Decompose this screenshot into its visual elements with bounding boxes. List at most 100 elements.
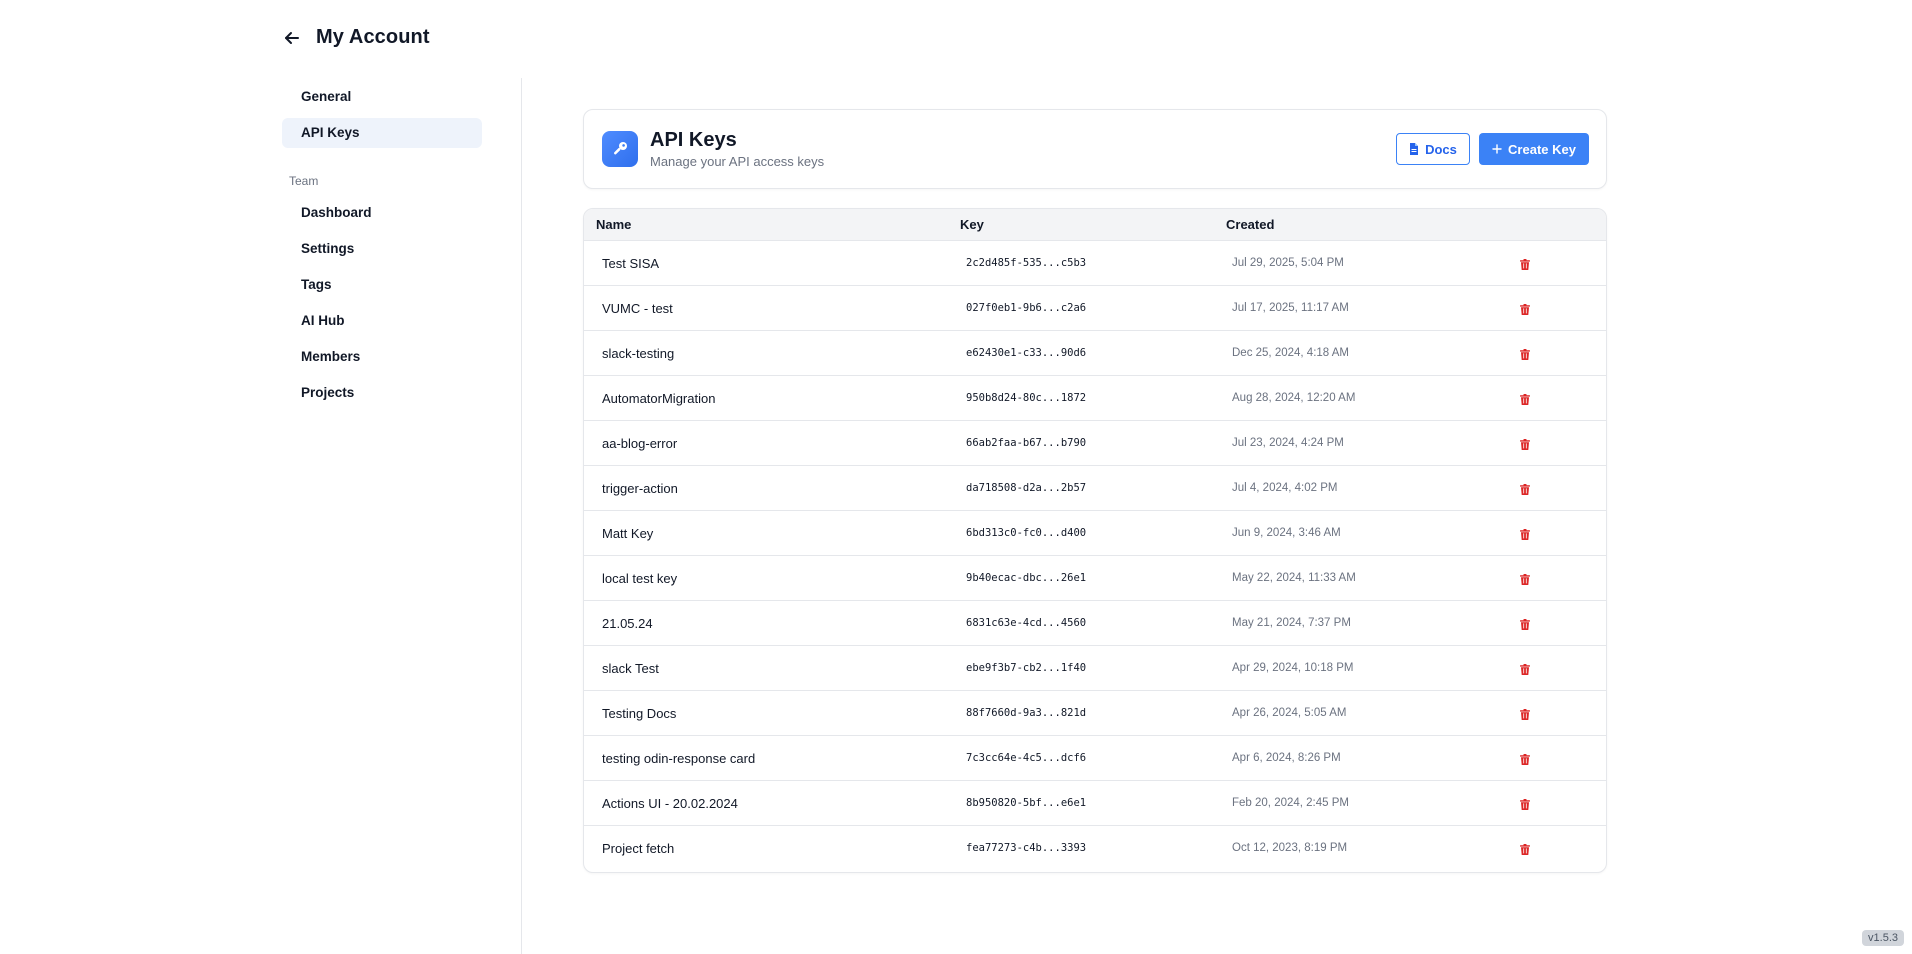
api-keys-table: Name Key Created Test SISA 2c2d485f-535..… xyxy=(583,208,1607,873)
column-header-created: Created xyxy=(1226,217,1275,232)
sidebar-item-api-keys[interactable]: API Keys xyxy=(282,118,482,148)
key-created: Aug 28, 2024, 12:20 AM xyxy=(1232,392,1356,404)
sidebar-section-team: Team xyxy=(289,174,319,188)
trash-icon[interactable] xyxy=(1518,437,1532,451)
table-row: slack Test ebe9f3b7-cb2...1f40 Apr 29, 202… xyxy=(584,646,1606,691)
column-header-name: Name xyxy=(596,217,632,232)
key-value: 66ab2faa-b67...b790 xyxy=(966,437,1087,449)
table-row: Matt Key 6bd313c0-fc0...d400 Jun 9, 2024, … xyxy=(584,511,1606,556)
trash-icon[interactable] xyxy=(1518,347,1532,361)
key-value: da718508-d2a...2b57 xyxy=(966,482,1087,494)
version-badge: v1.5.3 xyxy=(1862,930,1904,946)
table-row: aa-blog-error 66ab2faa-b67...b790 Jul 23, … xyxy=(584,421,1606,466)
card-title: API Keys xyxy=(650,129,737,151)
table-row: Project fetch fea77273-c4b...3393 Oct 12, … xyxy=(584,826,1606,871)
key-created: Jul 23, 2024, 4:24 PM xyxy=(1232,437,1344,449)
table-row: Testing Docs 88f7660d-9a3...821d Apr 26, 2… xyxy=(584,691,1606,736)
document-icon xyxy=(1409,143,1419,155)
key-created: May 22, 2024, 11:33 AM xyxy=(1232,572,1356,584)
key-name: AutomatorMigration xyxy=(602,391,716,406)
key-value: 6bd313c0-fc0...d400 xyxy=(966,527,1087,539)
key-created: Apr 29, 2024, 10:18 PM xyxy=(1232,662,1354,674)
key-value: 88f7660d-9a3...821d xyxy=(966,707,1087,719)
key-name: aa-blog-error xyxy=(602,436,678,451)
create-key-button-label: Create Key xyxy=(1508,141,1576,157)
trash-icon[interactable] xyxy=(1518,572,1532,586)
key-value: 2c2d485f-535...c5b3 xyxy=(966,257,1087,269)
table-row: Test SISA 2c2d485f-535...c5b3 Jul 29, 2025… xyxy=(584,241,1606,286)
trash-icon[interactable] xyxy=(1518,707,1532,721)
docs-button[interactable]: Docs xyxy=(1396,133,1470,165)
table-row: Actions UI - 20.02.2024 8b950820-5bf...e6… xyxy=(584,781,1606,826)
create-key-button[interactable]: Create Key xyxy=(1479,133,1589,165)
table-body: Test SISA 2c2d485f-535...c5b3 Jul 29, 2025… xyxy=(584,241,1606,871)
column-header-key: Key xyxy=(960,217,984,232)
table-row: AutomatorMigration 950b8d24-80c...1872 Aug… xyxy=(584,376,1606,421)
sidebar-item-ai-hub[interactable]: AI Hub xyxy=(282,306,482,336)
table-header: Name Key Created xyxy=(584,209,1606,241)
table-row: testing odin-response card 7c3cc64e-4c5..… xyxy=(584,736,1606,781)
api-keys-header-card: API Keys Manage your API access keys Doc… xyxy=(583,109,1607,189)
table-row: 21.05.24 6831c63e-4cd...4560 May 21, 2024,… xyxy=(584,601,1606,646)
key-name: VUMC - test xyxy=(602,301,673,316)
key-value: 950b8d24-80c...1872 xyxy=(966,392,1087,404)
sidebar-divider xyxy=(521,78,522,954)
key-value: fea77273-c4b...3393 xyxy=(966,842,1087,854)
key-created: Jul 29, 2025, 5:04 PM xyxy=(1232,257,1344,269)
table-row: local test key 9b40ecac-dbc...26e1 May 22,… xyxy=(584,556,1606,601)
key-created: Jun 9, 2024, 3:46 AM xyxy=(1232,527,1341,539)
trash-icon[interactable] xyxy=(1518,257,1532,271)
key-created: Jul 17, 2025, 11:17 AM xyxy=(1232,302,1349,314)
trash-icon[interactable] xyxy=(1518,662,1532,676)
key-name: Test SISA xyxy=(602,256,660,271)
sidebar-item-projects[interactable]: Projects xyxy=(282,378,482,408)
page-title: My Account xyxy=(316,26,430,48)
docs-button-label: Docs xyxy=(1425,141,1457,157)
trash-icon[interactable] xyxy=(1518,842,1532,856)
key-name: Matt Key xyxy=(602,526,654,541)
arrow-left-icon[interactable] xyxy=(282,28,302,48)
trash-icon[interactable] xyxy=(1518,302,1532,316)
key-created: Jul 4, 2024, 4:02 PM xyxy=(1232,482,1338,494)
key-created: Apr 26, 2024, 5:05 AM xyxy=(1232,707,1347,719)
trash-icon[interactable] xyxy=(1518,392,1532,406)
key-name: local test key xyxy=(602,571,678,586)
table-row: VUMC - test 027f0eb1-9b6...c2a6 Jul 17, 20… xyxy=(584,286,1606,331)
card-subtitle: Manage your API access keys xyxy=(650,154,825,169)
key-name: trigger-action xyxy=(602,481,678,496)
key-name: slack-testing xyxy=(602,346,675,361)
key-name: Testing Docs xyxy=(602,706,677,721)
key-name: Actions UI - 20.02.2024 xyxy=(602,796,738,811)
table-row: slack-testing e62430e1-c33...90d6 Dec 25, … xyxy=(584,331,1606,376)
key-icon xyxy=(602,131,638,167)
trash-icon[interactable] xyxy=(1518,482,1532,496)
key-name: Project fetch xyxy=(602,841,675,856)
sidebar-item-members[interactable]: Members xyxy=(282,342,482,372)
key-name: 21.05.24 xyxy=(602,616,653,631)
key-created: Apr 6, 2024, 8:26 PM xyxy=(1232,752,1341,764)
key-value: 8b950820-5bf...e6e1 xyxy=(966,797,1087,809)
page-header: My Account xyxy=(282,26,430,49)
key-value: 7c3cc64e-4c5...dcf6 xyxy=(966,752,1087,764)
key-name: slack Test xyxy=(602,661,659,676)
sidebar-item-tags[interactable]: Tags xyxy=(282,270,482,300)
key-created: Dec 25, 2024, 4:18 AM xyxy=(1232,347,1349,359)
trash-icon[interactable] xyxy=(1518,527,1532,541)
trash-icon[interactable] xyxy=(1518,617,1532,631)
sidebar-item-dashboard[interactable]: Dashboard xyxy=(282,198,482,228)
key-value: e62430e1-c33...90d6 xyxy=(966,347,1087,359)
key-value: ebe9f3b7-cb2...1f40 xyxy=(966,662,1087,674)
key-name: testing odin-response card xyxy=(602,751,756,766)
key-value: 6831c63e-4cd...4560 xyxy=(966,617,1087,629)
sidebar-item-settings[interactable]: Settings xyxy=(282,234,482,264)
sidebar: General API Keys Team Dashboard Settings… xyxy=(282,82,482,414)
table-row: trigger-action da718508-d2a...2b57 Jul 4, … xyxy=(584,466,1606,511)
trash-icon[interactable] xyxy=(1518,797,1532,811)
key-value: 027f0eb1-9b6...c2a6 xyxy=(966,302,1087,314)
trash-icon[interactable] xyxy=(1518,752,1532,766)
key-created: Feb 20, 2024, 2:45 PM xyxy=(1232,797,1349,809)
key-created: Oct 12, 2023, 8:19 PM xyxy=(1232,842,1348,854)
sidebar-item-general[interactable]: General xyxy=(282,82,482,112)
key-value: 9b40ecac-dbc...26e1 xyxy=(966,572,1087,584)
key-created: May 21, 2024, 7:37 PM xyxy=(1232,617,1351,629)
